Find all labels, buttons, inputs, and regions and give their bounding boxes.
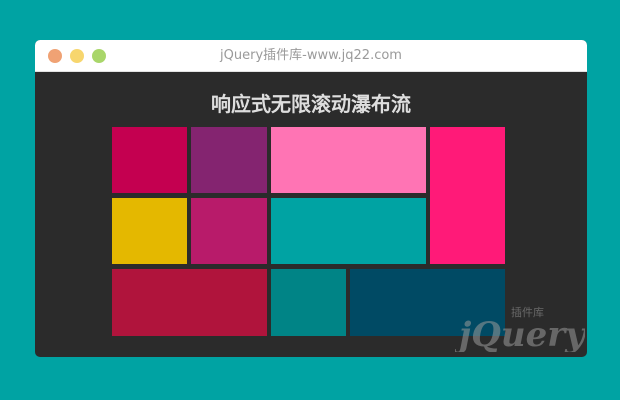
grid-tile[interactable] <box>271 269 346 336</box>
watermark-cn-text: 插件库 <box>511 305 544 319</box>
grid-tile[interactable] <box>271 198 426 264</box>
window-title: jQuery插件库-www.jq22.com <box>220 48 402 63</box>
grid-tile[interactable] <box>191 198 267 264</box>
grid-tile[interactable] <box>271 127 426 193</box>
grid-tile[interactable] <box>112 127 187 193</box>
grid-tile[interactable] <box>191 127 267 193</box>
jquery-logo-watermark: jQuery 插件库 <box>455 305 585 352</box>
grid-tile[interactable] <box>430 127 505 264</box>
page-title: 响应式无限滚动瀑布流 <box>211 92 411 116</box>
title-bar: jQuery插件库-www.jq22.com <box>35 40 587 72</box>
grid-tile[interactable] <box>112 198 187 264</box>
grid-tile[interactable] <box>112 269 267 336</box>
browser-window: jQuery插件库-www.jq22.com 响应式无限滚动瀑布流 jQuery… <box>35 40 587 357</box>
watermark-logo-text: jQuery <box>455 315 585 352</box>
